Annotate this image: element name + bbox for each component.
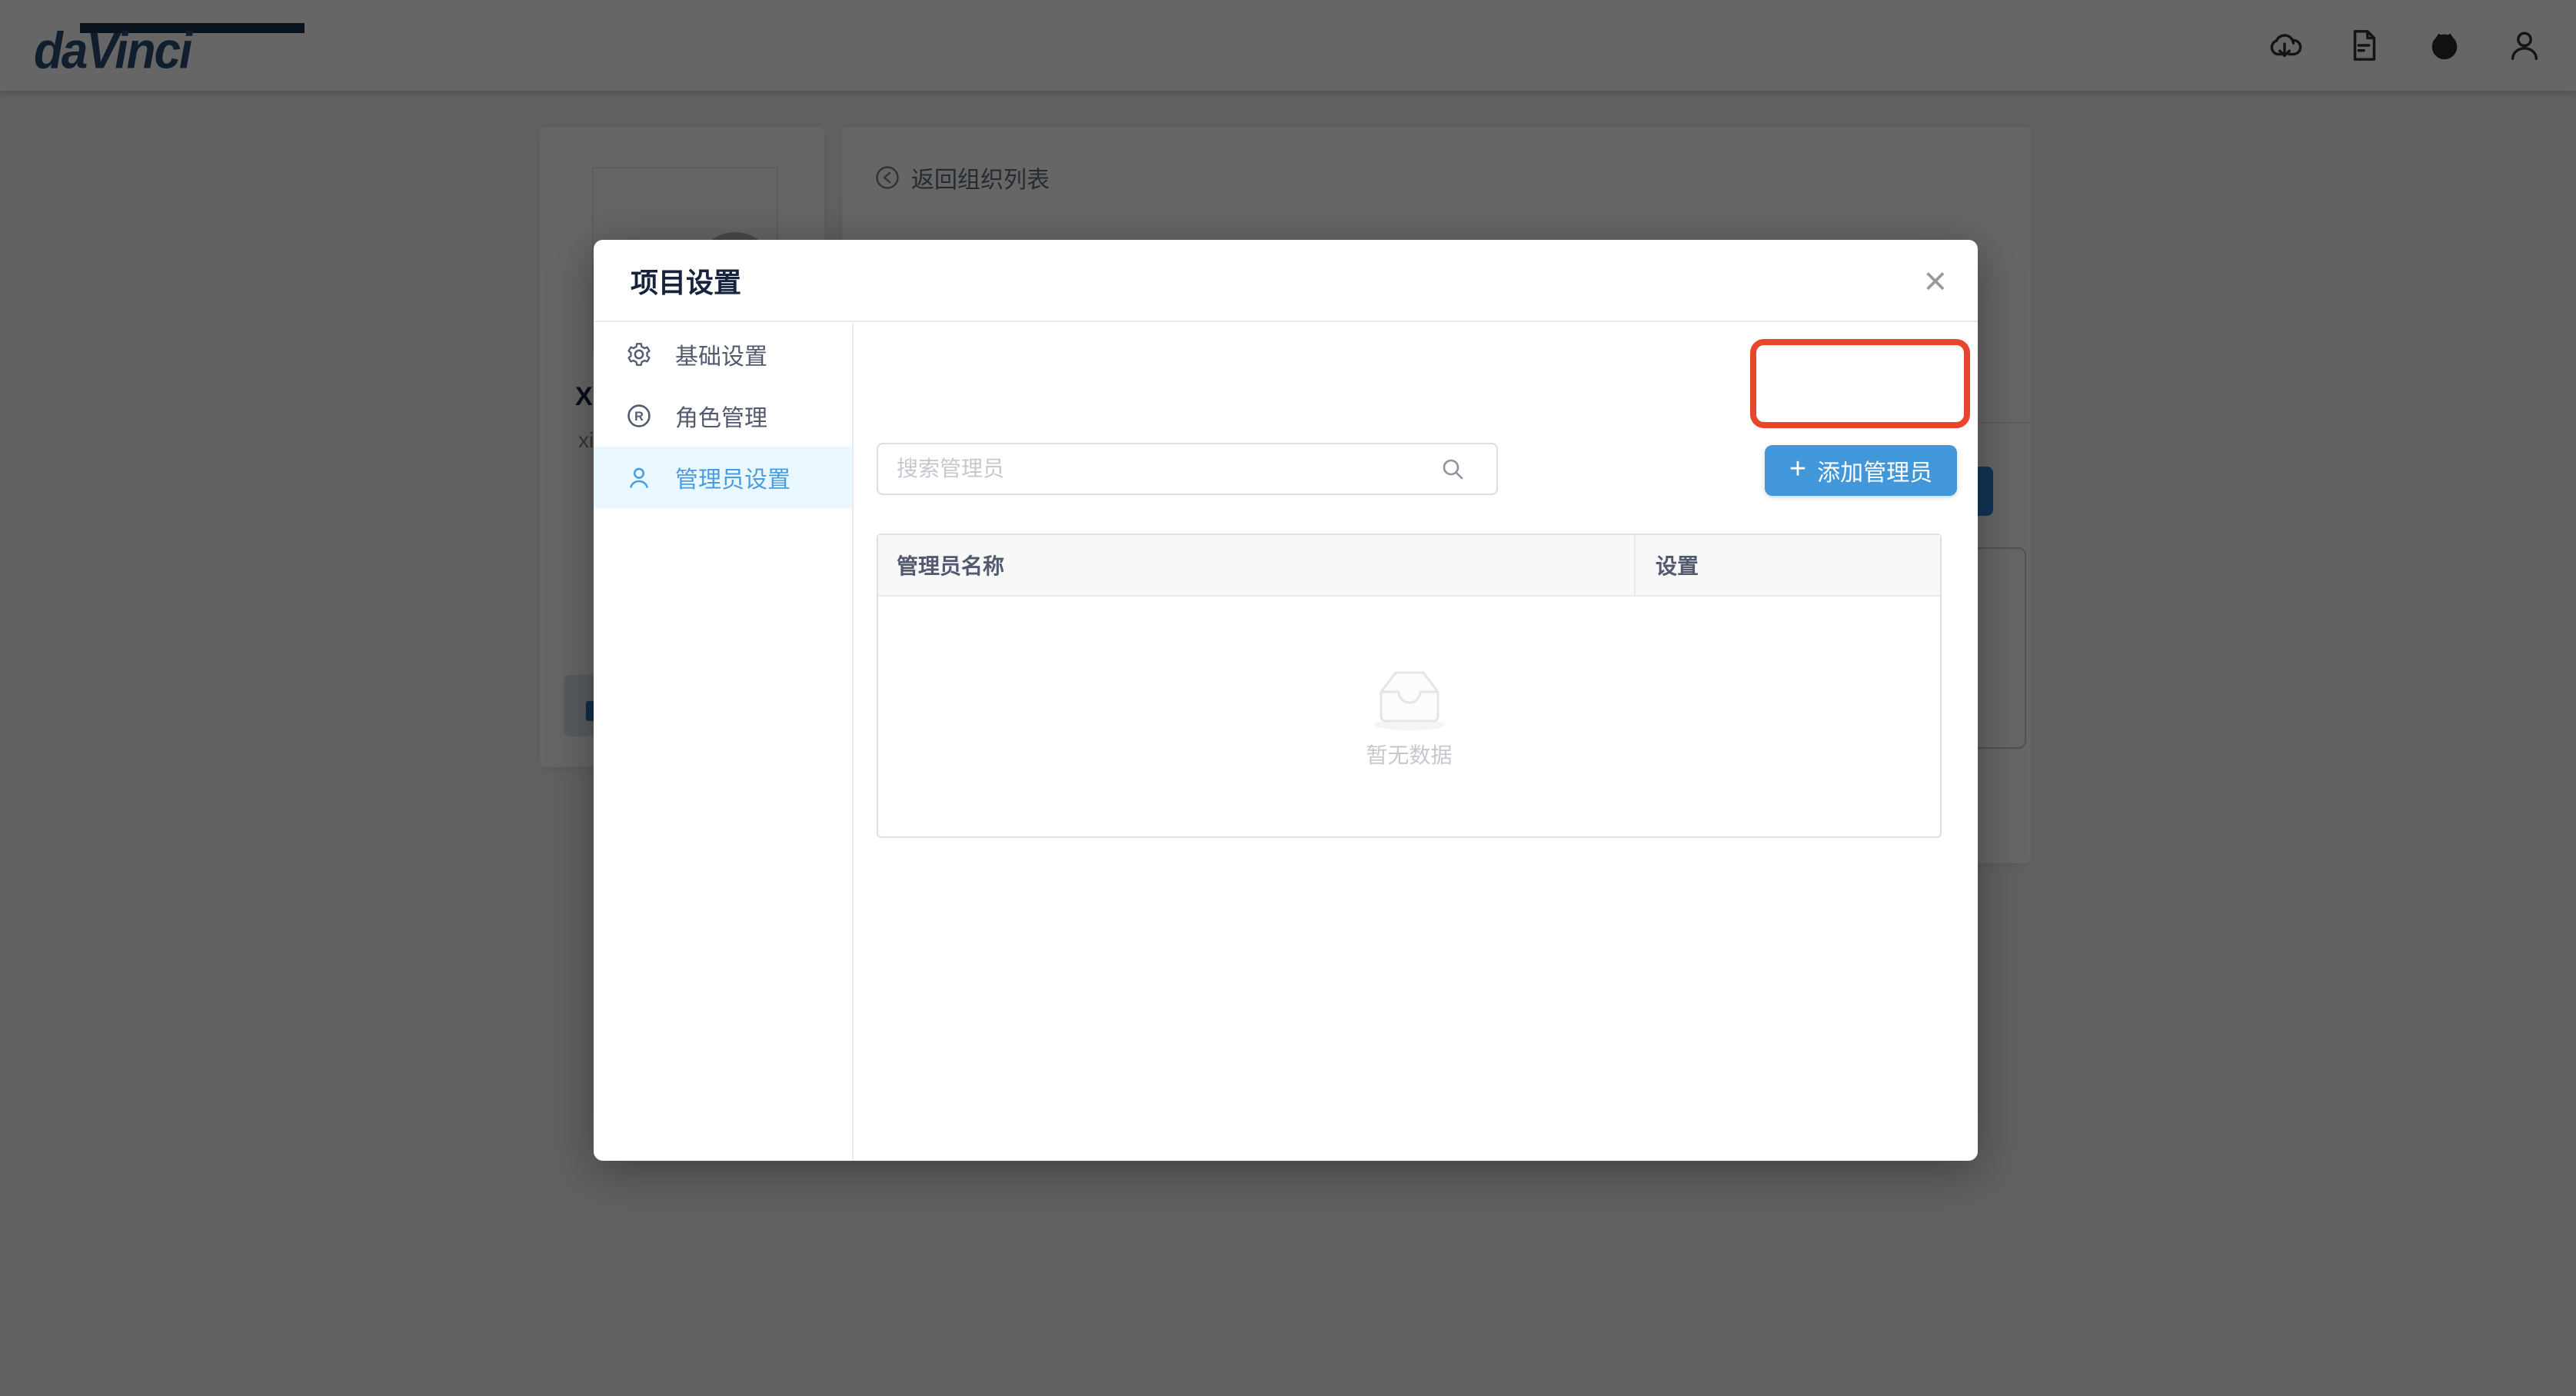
- search-admin-input[interactable]: [877, 443, 1498, 495]
- sidebar-item-label: 基础设置: [675, 337, 767, 371]
- modal-header: 项目设置: [594, 240, 1978, 322]
- empty-state-text: 暂无数据: [1366, 739, 1452, 769]
- add-admin-button-label: 添加管理员: [1817, 454, 1932, 487]
- close-icon[interactable]: ×: [1919, 257, 1952, 306]
- column-header-admin-name: 管理员名称: [878, 535, 1636, 595]
- svg-text:R: R: [634, 410, 644, 424]
- table-header-row: 管理员名称 设置: [878, 535, 1940, 597]
- table-empty-body: 暂无数据: [878, 597, 1940, 836]
- person-icon: [626, 464, 652, 490]
- sidebar-item-admin-settings[interactable]: 管理员设置: [594, 447, 852, 508]
- registered-icon: R: [626, 403, 652, 429]
- modal-sidebar: 基础设置 R 角色管理 管理员设置: [594, 324, 854, 1161]
- gear-icon: [626, 341, 652, 367]
- sidebar-item-basic-settings[interactable]: 基础设置: [594, 324, 852, 385]
- empty-inbox-icon: [1371, 663, 1448, 731]
- sidebar-item-label: 管理员设置: [675, 460, 790, 494]
- sidebar-item-label: 角色管理: [675, 399, 767, 433]
- sidebar-item-role-management[interactable]: R 角色管理: [594, 385, 852, 447]
- add-admin-button[interactable]: + 添加管理员: [1765, 445, 1957, 496]
- column-header-settings: 设置: [1636, 535, 1940, 595]
- plus-icon: +: [1789, 454, 1806, 484]
- project-settings-modal: 项目设置 × 基础设置 R 角色管理: [594, 240, 1978, 1161]
- admin-table: 管理员名称 设置 暂无数据: [877, 533, 1942, 838]
- search-icon[interactable]: [1439, 456, 1467, 484]
- modal-title: 项目设置: [631, 261, 741, 301]
- modal-body: 基础设置 R 角色管理 管理员设置 +: [594, 324, 1978, 1161]
